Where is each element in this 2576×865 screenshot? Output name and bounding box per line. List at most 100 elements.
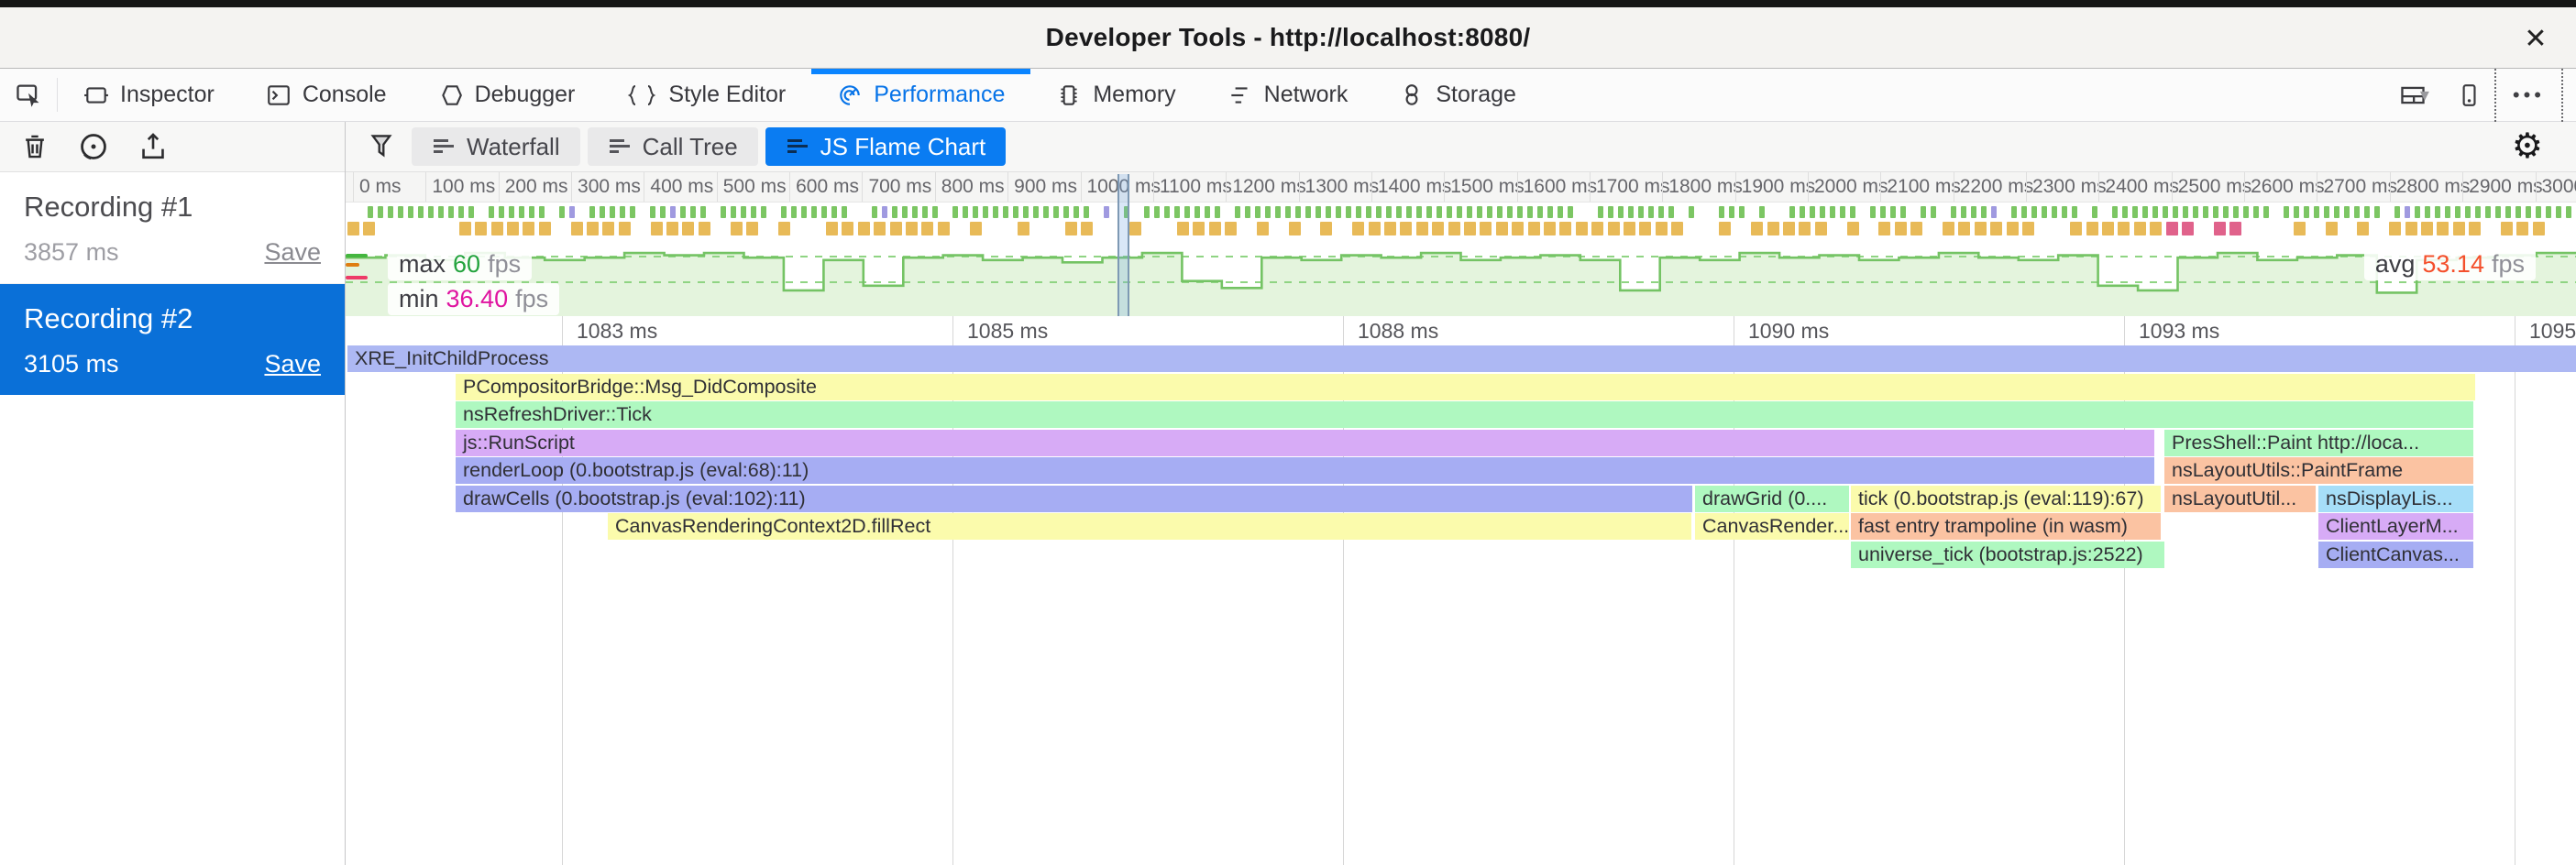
overview-marker-dash (569, 206, 575, 218)
flame-time-label: 1083 ms (577, 319, 657, 344)
overview-marker-dash (2334, 206, 2339, 218)
overview-markers[interactable] (346, 203, 2576, 241)
overview-marker-dash (1719, 206, 1724, 218)
overview-marker-dash (1971, 206, 1976, 218)
overview-marker-dash (1275, 206, 1281, 218)
node-picker-button[interactable] (0, 69, 57, 121)
clear-recordings-button[interactable] (20, 131, 50, 162)
recording-item-2[interactable]: Recording #2 3105 ms Save (0, 284, 345, 395)
overview-marker-dash (1668, 206, 1674, 218)
flame-frame[interactable]: CanvasRender... (1695, 513, 1849, 540)
record-target-icon (77, 130, 110, 163)
responsive-design-button[interactable] (2443, 69, 2494, 121)
flame-chart[interactable]: 1083 ms1085 ms1088 ms1090 ms1093 ms1095X… (346, 316, 2576, 865)
overview-marker-dash (1624, 222, 1635, 235)
settings-button[interactable]: ⚙ (2512, 129, 2543, 164)
overview-marker-dash (890, 222, 902, 235)
view-button-label: JS Flame Chart (820, 133, 986, 161)
overview-marker-dash (1369, 222, 1381, 235)
filter-button[interactable] (346, 131, 412, 162)
flame-frame[interactable]: ClientLayerM... (2318, 513, 2473, 540)
overview-marker-dash (1285, 206, 1291, 218)
tab-performance[interactable]: Performance (811, 69, 1030, 121)
flame-frame[interactable]: universe_tick (bootstrap.js:2522) (1851, 542, 2164, 568)
ruler-tick: 2300 ms (2026, 172, 2098, 202)
flame-frame[interactable]: renderLoop (0.bootstrap.js (eval:68):11) (456, 457, 2154, 484)
meatball-menu-button[interactable]: ••• (2494, 69, 2563, 122)
flame-frame[interactable]: tick (0.bootstrap.js (eval:119):67) (1851, 486, 2161, 512)
tab-styleeditor[interactable]: Style Editor (600, 69, 811, 121)
overview-marker-dash (1326, 206, 1331, 218)
overview-marker-dash (872, 206, 877, 218)
tab-network[interactable]: Network (1202, 69, 1374, 121)
tab-console[interactable]: Console (240, 69, 413, 121)
tab-memory[interactable]: Memory (1030, 69, 1201, 121)
flame-frame[interactable]: drawGrid (0.... (1695, 486, 1849, 512)
record-button[interactable] (77, 130, 110, 163)
tab-inspector[interactable]: Inspector (58, 69, 240, 121)
dock-side-button[interactable]: ▾ (2385, 69, 2442, 121)
close-button[interactable]: ✕ (2517, 20, 2554, 57)
framerate-graph[interactable]: max60fps min36.40fps avg53.14fps (346, 241, 2576, 316)
overview-marker-dash (1810, 206, 1815, 218)
overview-marker-dash (1033, 206, 1039, 218)
overview-ruler[interactable]: 0 ms100 ms200 ms300 ms400 ms500 ms600 ms… (346, 172, 2576, 203)
overview-marker-dash (1931, 206, 1936, 218)
overview-marker-dash (1895, 222, 1907, 235)
overview-marker-dash (2374, 206, 2380, 218)
overview-marker-dash (882, 206, 887, 218)
flame-frame[interactable]: fast entry trampoline (in wasm) (1851, 513, 2161, 540)
overview-marker-dash (507, 222, 519, 235)
filter-funnel-icon (368, 131, 395, 162)
recording-save-link[interactable]: Save (264, 238, 321, 267)
flame-frame[interactable]: nsDisplayLis... (2318, 486, 2473, 512)
overview-marker-dash (2183, 206, 2188, 218)
import-recording-button[interactable] (138, 131, 169, 162)
flame-frame[interactable]: CanvasRenderingContext2D.fillRect (608, 513, 1691, 540)
overview-marker-dash (1991, 206, 1997, 218)
overview-marker-dash (610, 206, 615, 218)
flame-frame[interactable]: nsLayoutUtil... (2164, 486, 2316, 512)
overview-marker-dash (1878, 222, 1890, 235)
overview-marker-dash (670, 206, 676, 218)
overview-marker-dash (1870, 206, 1876, 218)
overview-marker-dash (388, 206, 393, 218)
flame-frame[interactable]: nsRefreshDriver::Tick (456, 401, 2473, 428)
tab-label: Inspector (120, 82, 215, 108)
flame-time-label: 1088 ms (1358, 319, 1438, 344)
overview-marker-dash (1638, 206, 1644, 218)
flame-frame[interactable]: js::RunScript (456, 430, 2154, 456)
flame-frame[interactable]: drawCells (0.bootstrap.js (eval:102):11) (456, 486, 1692, 512)
flame-frame[interactable]: XRE_InitChildProcess (347, 345, 2576, 372)
flame-frame[interactable]: PresShell::Paint http://loca... (2164, 430, 2473, 456)
flame-frame[interactable]: nsLayoutUtils::PaintFrame (2164, 457, 2473, 484)
overview-marker-dash (571, 222, 583, 235)
flame-frame[interactable]: PCompositorBridge::Msg_DidComposite (456, 374, 2475, 400)
main-area: Recording #1 3857 ms SaveRecording #2 31… (0, 122, 2576, 865)
overview-marker-dash (1527, 206, 1533, 218)
overview-marker-dash (801, 206, 807, 218)
overview-marker-dash (1547, 206, 1553, 218)
overview-marker-dash (741, 206, 746, 218)
overview-marker-dash (831, 206, 837, 218)
framerate-curve (346, 241, 2576, 316)
overview-marker-dash (378, 206, 383, 218)
view-button-waterfall[interactable]: Waterfall (412, 127, 580, 166)
view-switcher: WaterfallCall Tree JS Flame Chart (412, 127, 1013, 166)
devtools-window: Developer Tools - http://localhost:8080/… (0, 0, 2576, 865)
overview-marker-dash (1576, 222, 1588, 235)
recording-item-1[interactable]: Recording #1 3857 ms Save (0, 172, 345, 284)
overview-marker-dash (1104, 206, 1109, 218)
overview-marker-dash (1356, 206, 1361, 218)
view-button-js-flame-chart[interactable]: JS Flame Chart (765, 127, 1007, 166)
tab-debugger[interactable]: Debugger (413, 69, 601, 121)
overview-selection-handle[interactable] (1117, 174, 1129, 316)
flame-frame[interactable]: ClientCanvas... (2318, 542, 2473, 568)
overview-marker-dash (970, 222, 982, 235)
view-button-call-tree[interactable]: Call Tree (588, 127, 758, 166)
recording-save-link[interactable]: Save (264, 350, 321, 378)
overview-marker-dash (1900, 206, 1906, 218)
tab-storage[interactable]: Storage (1373, 69, 1542, 121)
overview-marker-dash (559, 206, 565, 218)
overview-marker-dash (906, 222, 918, 235)
